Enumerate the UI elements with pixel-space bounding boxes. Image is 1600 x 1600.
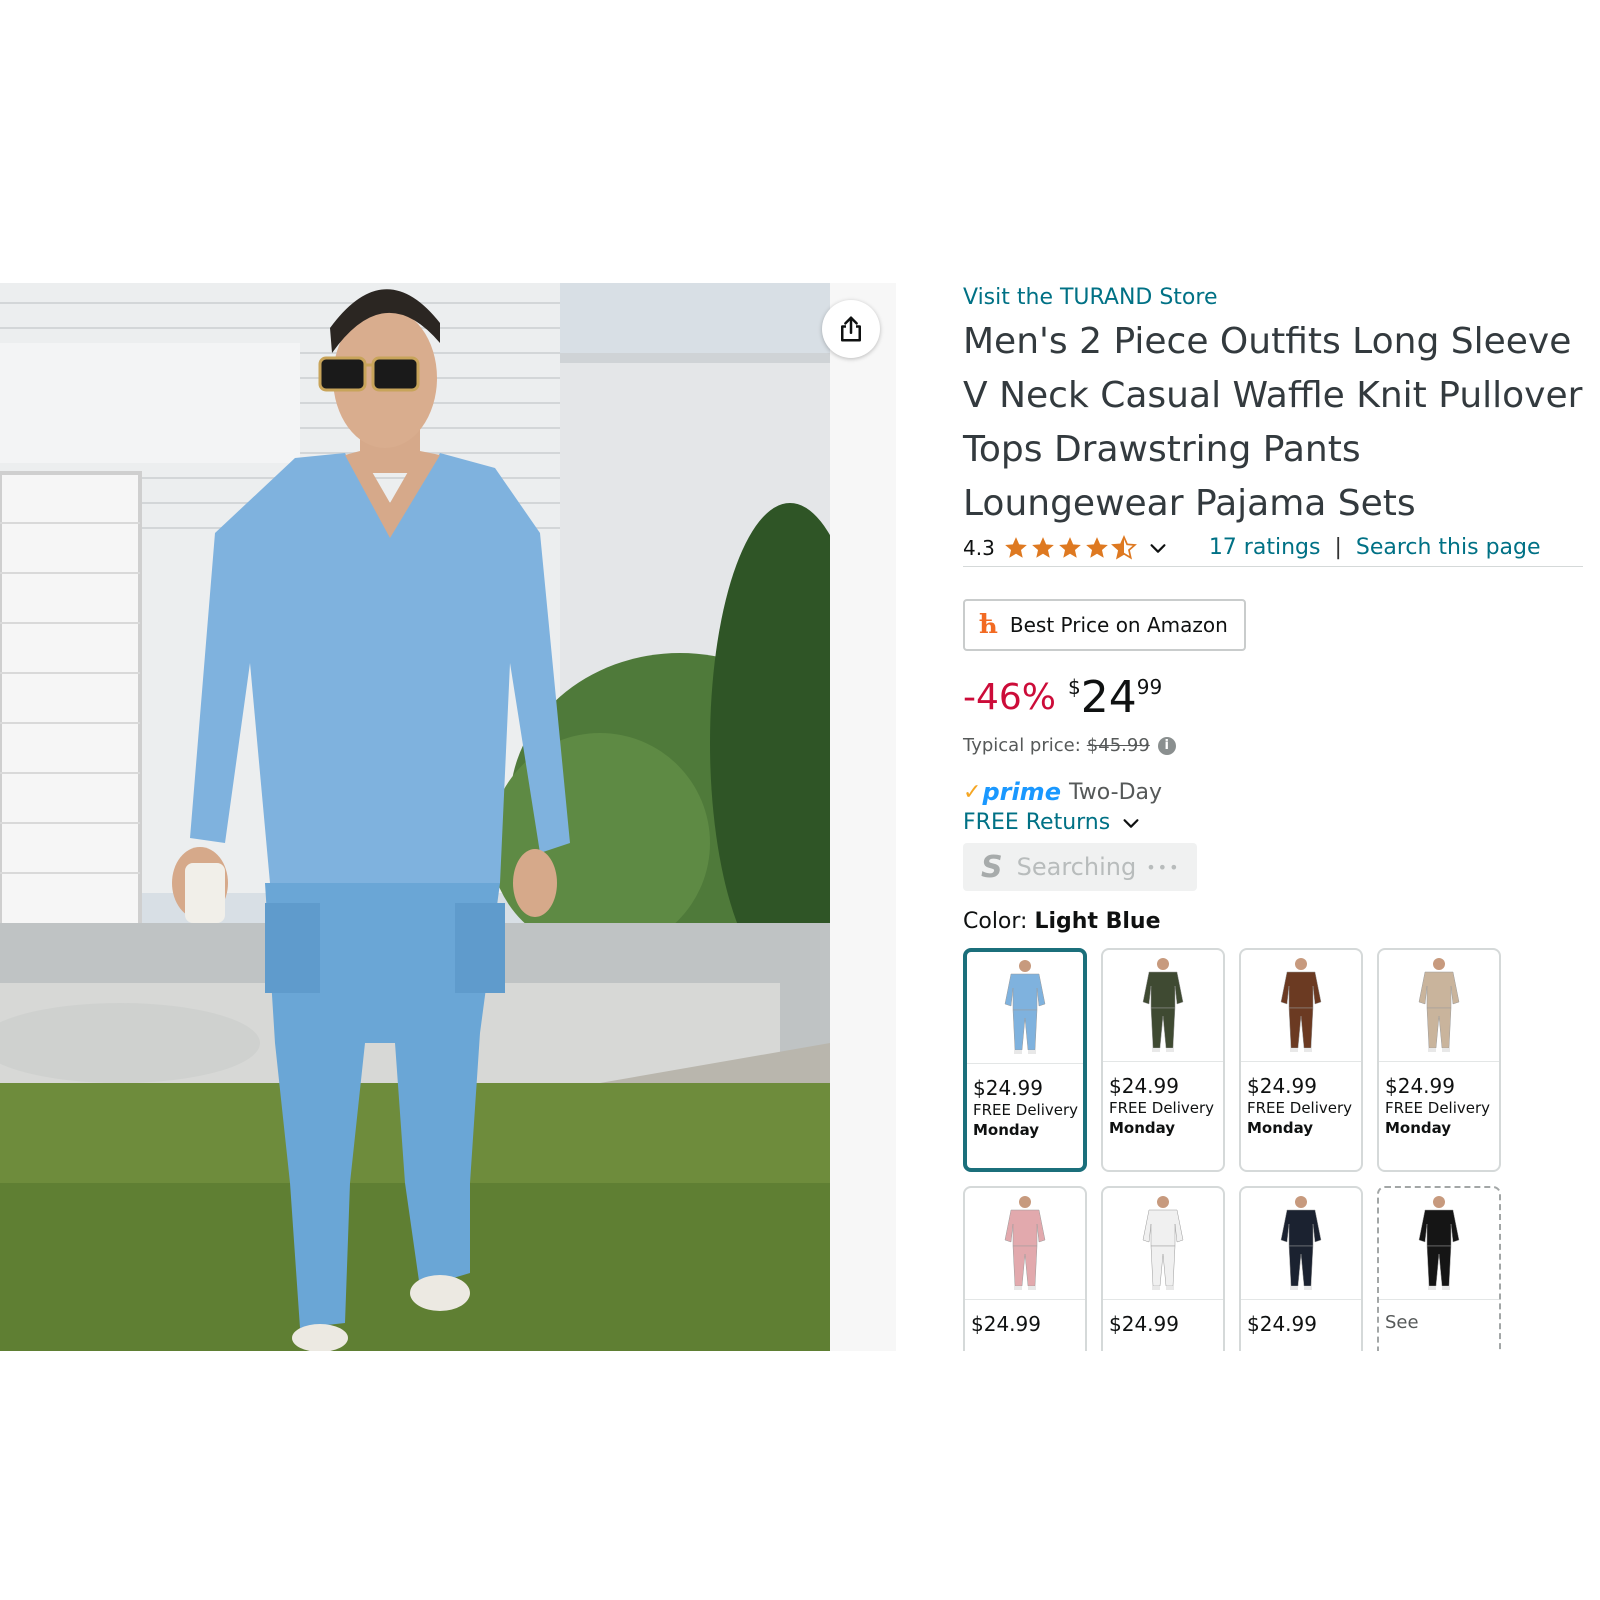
rating-value: 4.3 [963, 535, 995, 560]
swatch-delivery: FREE Delivery [1109, 1099, 1215, 1117]
searching-label: Searching [1016, 853, 1137, 881]
swatch-info: $24.99 FREE Delivery Monday [1379, 1062, 1499, 1138]
typical-price: Typical price: $45.99 i [963, 735, 1583, 756]
separator: | [1334, 535, 1342, 560]
searching-widget: S Searching ••• [963, 843, 1197, 891]
typical-price-label: Typical price: [963, 735, 1081, 756]
swatch-thumbnail [1103, 950, 1223, 1062]
color-label: Color: [963, 909, 1028, 934]
star-rating[interactable] [1003, 534, 1137, 561]
swatch-info: $24.99 [1103, 1300, 1223, 1336]
outfit-figure-icon [1280, 957, 1322, 1052]
swatch-thumbnail [1379, 950, 1499, 1062]
color-swatch-grid: $24.99 FREE Delivery Monday $24.99 FREE Deli… [963, 948, 1503, 1410]
price-whole: 24 [1080, 672, 1137, 723]
prime-delivery: ✓ prime Two-Day [963, 778, 1583, 806]
swatch-thumbnail [965, 1188, 1085, 1300]
loading-dots-icon: ••• [1146, 857, 1181, 877]
swatch-price: $24.99 [1385, 1074, 1455, 1098]
best-price-label: Best Price on Amazon [1009, 613, 1228, 637]
color-selection: Color: Light Blue [963, 909, 1583, 934]
swatch-info: $24.99 FREE Delivery Monday [1103, 1062, 1223, 1138]
outfit-figure-icon [1280, 1195, 1322, 1290]
product-photo [0, 283, 830, 1351]
color-value: Light Blue [1034, 909, 1161, 934]
star-full-icon [1004, 536, 1027, 558]
color-swatch[interactable]: $24.99 FREE Delivery Monday [963, 948, 1087, 1172]
chevron-down-icon[interactable] [1147, 537, 1169, 559]
product-details: Visit the TURAND Store Men's 2 Piece Out… [963, 283, 1583, 1410]
page-bottom-margin [963, 1351, 1583, 1600]
swatch-delivery-day: Monday [1109, 1119, 1176, 1137]
swatch-info: $24.99 FREE Delivery Monday [967, 1064, 1083, 1140]
product-main-image[interactable] [0, 283, 830, 1351]
price-currency: $ [1068, 675, 1081, 699]
star-full-icon [1031, 536, 1054, 558]
swatch-info: $24.99 [965, 1300, 1085, 1336]
swatch-info: See [1379, 1300, 1499, 1333]
search-this-page-link[interactable]: Search this page [1356, 535, 1541, 560]
swatch-price: $24.99 [971, 1312, 1041, 1336]
swatch-delivery-day: Monday [1247, 1119, 1314, 1137]
honey-logo-icon: ћ [979, 610, 998, 640]
store-link[interactable]: Visit the TURAND Store [963, 283, 1583, 313]
swatch-price: $24.99 [1109, 1074, 1179, 1098]
swatch-price: $24.99 [973, 1076, 1043, 1100]
swatch-delivery: FREE Delivery [1385, 1099, 1491, 1117]
see-more-label: See [1385, 1312, 1419, 1333]
swatch-price: $24.99 [1247, 1312, 1317, 1336]
price-fraction: 99 [1136, 675, 1163, 699]
info-icon[interactable]: i [1157, 736, 1176, 755]
free-returns-label: FREE Returns [963, 810, 1111, 835]
prime-check-icon: ✓ [963, 779, 982, 805]
searching-logo-icon: S [981, 849, 1003, 885]
product-title: Men's 2 Piece Outfits Long Sleeve V Neck… [963, 321, 1583, 524]
swatch-thumbnail [1241, 950, 1361, 1062]
best-price-badge[interactable]: ћ Best Price on Amazon [963, 599, 1246, 651]
star-full-icon [1085, 536, 1108, 558]
swatch-thumbnail [967, 952, 1083, 1064]
swatch-delivery: FREE Delivery [973, 1101, 1079, 1119]
prime-speed: Two-Day [1068, 779, 1163, 805]
outfit-figure-icon [1142, 1195, 1184, 1290]
swatch-thumbnail [1103, 1188, 1223, 1300]
typical-price-value: $45.99 [1086, 735, 1150, 756]
swatch-thumbnail [1241, 1188, 1361, 1300]
share-icon [841, 316, 861, 342]
discount-percent: -46% [963, 677, 1057, 718]
star-half-icon [1110, 534, 1137, 560]
outfit-figure-icon [1418, 957, 1460, 1052]
outfit-figure-icon [1004, 1195, 1046, 1290]
star-full-icon [1058, 536, 1081, 558]
chevron-down-icon [1123, 818, 1139, 828]
prime-logo: prime [982, 778, 1061, 806]
swatch-info: $24.99 FREE Delivery Monday [1241, 1062, 1361, 1138]
image-gutter [830, 283, 896, 1351]
rating-row: 4.3 17 ratings | Search this page [963, 531, 1583, 567]
ratings-count-link[interactable]: 17 ratings [1209, 535, 1321, 560]
swatch-price: $24.99 [1109, 1312, 1179, 1336]
price-block: -46% $ 24 99 [963, 673, 1583, 729]
color-swatch[interactable]: $24.99 FREE Delivery Monday [1239, 948, 1363, 1172]
swatch-price: $24.99 [1247, 1074, 1317, 1098]
outfit-figure-icon [1004, 959, 1046, 1054]
swatch-delivery: FREE Delivery [1247, 1099, 1353, 1117]
outfit-figure-icon [1142, 957, 1184, 1052]
outfit-figure-icon [1418, 1195, 1460, 1290]
color-swatch[interactable]: $24.99 FREE Delivery Monday [1101, 948, 1225, 1172]
color-swatch[interactable]: $24.99 FREE Delivery Monday [1377, 948, 1501, 1172]
swatch-delivery-day: Monday [973, 1121, 1040, 1139]
free-returns-dropdown[interactable]: FREE Returns [963, 810, 1583, 835]
swatch-info: $24.99 [1241, 1300, 1361, 1336]
swatch-delivery-day: Monday [1385, 1119, 1452, 1137]
share-button[interactable] [822, 300, 880, 358]
swatch-thumbnail [1379, 1188, 1499, 1300]
